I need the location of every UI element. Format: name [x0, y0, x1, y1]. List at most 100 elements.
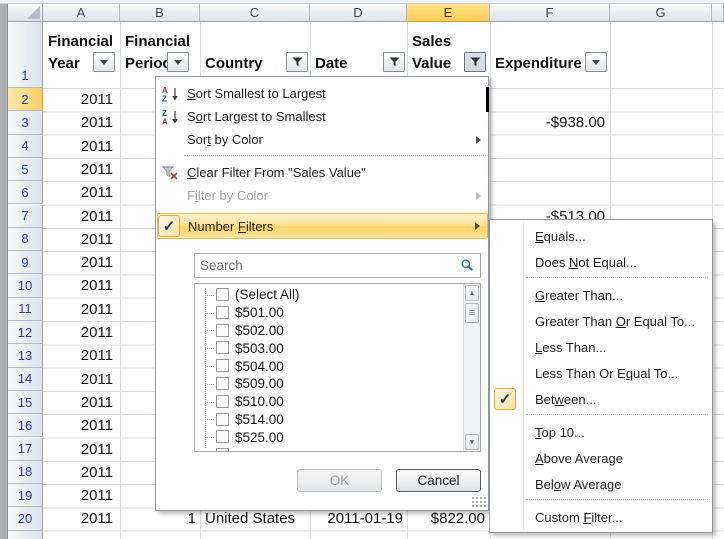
row-header-1[interactable]: 1 [8, 22, 43, 88]
menu-item-sort-largest-to-smallest[interactable]: ZA Sort Largest to Smallest [157, 105, 488, 128]
row-header-16[interactable]: 16 [8, 414, 43, 437]
cell-a18[interactable]: 2011 [46, 461, 113, 484]
row-header-19[interactable]: 19 [8, 484, 43, 507]
row-header-partial[interactable] [8, 531, 43, 539]
cell-a3[interactable]: 2011 [46, 111, 113, 134]
column-header-a[interactable]: A [43, 4, 120, 22]
cell-a7[interactable]: 2011 [46, 205, 113, 228]
row-header-9[interactable]: 9 [8, 251, 43, 274]
filter-dropdown-button-b[interactable] [167, 52, 189, 72]
column-header-g[interactable]: G [610, 4, 712, 22]
cell-a10[interactable]: 2011 [46, 274, 113, 297]
list-item-value[interactable]: $502.00 [195, 322, 460, 340]
list-item-value[interactable]: $503.00 [195, 339, 460, 357]
cell-a15[interactable]: 2011 [46, 391, 113, 414]
value-checkbox[interactable] [216, 413, 229, 426]
row-header-5[interactable]: 5 [8, 158, 43, 181]
row-header-3[interactable]: 3 [8, 111, 43, 134]
submenu-item-equals[interactable]: Equals... [491, 223, 711, 249]
column-header-d[interactable]: D [310, 4, 407, 22]
cell-a8[interactable]: 2011 [46, 228, 113, 251]
row-header-13[interactable]: 13 [8, 344, 43, 367]
submenu-item-top-10[interactable]: Top 10... [491, 419, 711, 445]
column-header-partial[interactable] [712, 4, 724, 22]
value-checkbox[interactable] [216, 359, 229, 372]
row-header-14[interactable]: 14 [8, 368, 43, 391]
value-checkbox[interactable] [216, 395, 229, 408]
row-header-15[interactable]: 15 [8, 391, 43, 414]
ok-button[interactable]: OK [297, 469, 382, 492]
list-item-value[interactable]: $504.00 [195, 357, 460, 375]
column-header-e-selected[interactable]: E [407, 4, 490, 22]
submenu-item-less-than-or-equal[interactable]: Less Than Or Equal To... [491, 360, 711, 386]
select-all-corner[interactable] [8, 4, 43, 22]
row-header-8[interactable]: 8 [8, 228, 43, 251]
list-item-value[interactable]: $501.00 [195, 304, 460, 322]
row-header-4[interactable]: 4 [8, 135, 43, 158]
cell-a13[interactable]: 2011 [46, 344, 113, 367]
search-input[interactable] [194, 253, 481, 278]
filter-funnel-button-c[interactable] [286, 52, 308, 72]
submenu-item-above-average[interactable]: Above Average [491, 445, 711, 471]
search-magnifier-icon[interactable] [460, 258, 474, 275]
row-header-11[interactable]: 11 [8, 298, 43, 321]
list-item-value-partial[interactable] [195, 446, 460, 452]
filter-dropdown-button-a[interactable] [93, 52, 115, 72]
menu-resize-grip[interactable] [471, 496, 486, 508]
cell-a9[interactable]: 2011 [46, 251, 113, 274]
value-checkbox[interactable] [216, 377, 229, 390]
cell-a17[interactable]: 2011 [46, 438, 113, 461]
submenu-item-below-average[interactable]: Below Average [491, 471, 711, 497]
menu-item-number-filters[interactable]: Number Filters [157, 213, 488, 239]
cell-a16[interactable]: 2011 [46, 414, 113, 437]
scroll-up-button[interactable]: ▲ [465, 285, 479, 301]
scrollbar-thumb[interactable] [465, 303, 479, 323]
submenu-item-greater-than-or-equal[interactable]: Greater Than Or Equal To... [491, 308, 711, 334]
cell-a11[interactable]: 2011 [46, 298, 113, 321]
cell-a20[interactable]: 2011 [46, 507, 113, 530]
menu-item-sort-by-color[interactable]: Sort by Color [157, 128, 488, 151]
column-header-c[interactable]: C [200, 4, 310, 22]
cell-f3[interactable]: -$938.00 [494, 111, 605, 134]
column-header-f[interactable]: F [490, 4, 610, 22]
cell-a14[interactable]: 2011 [46, 368, 113, 391]
list-item-value[interactable]: $525.00 [195, 428, 460, 446]
list-item-select-all[interactable]: (Select All) [195, 286, 460, 304]
submenu-item-greater-than[interactable]: Greater Than... [491, 282, 711, 308]
value-checkbox[interactable] [216, 324, 229, 337]
row-header-12[interactable]: 12 [8, 321, 43, 344]
list-item-value[interactable]: $514.00 [195, 411, 460, 429]
filter-funnel-button-d[interactable] [383, 52, 405, 72]
column-header-b[interactable]: B [120, 4, 200, 22]
submenu-item-custom-filter[interactable]: Custom Filter... [491, 504, 711, 530]
submenu-item-between[interactable]: Between... [491, 386, 711, 412]
filter-funnel-button-e-open[interactable] [464, 52, 486, 72]
row-header-6[interactable]: 6 [8, 181, 43, 204]
row-header-17[interactable]: 17 [8, 438, 43, 461]
cancel-button[interactable]: Cancel [396, 469, 481, 492]
menu-item-clear-filter[interactable]: Clear Filter From "Sales Value" [157, 161, 488, 184]
value-checkbox[interactable] [216, 448, 229, 452]
menu-item-filter-by-color[interactable]: Filter by Color [157, 184, 488, 207]
list-item-value[interactable]: $510.00 [195, 393, 460, 411]
value-checkbox[interactable] [216, 430, 229, 443]
filter-dropdown-button-f[interactable] [585, 52, 607, 72]
cell-a5[interactable]: 2011 [46, 158, 113, 181]
list-scrollbar[interactable]: ▲ ▼ [463, 284, 480, 451]
value-checkbox[interactable] [216, 288, 229, 301]
scroll-down-button[interactable]: ▼ [465, 434, 479, 450]
submenu-item-does-not-equal[interactable]: Does Not Equal... [491, 249, 711, 275]
row-header-18[interactable]: 18 [8, 461, 43, 484]
submenu-item-less-than[interactable]: Less Than... [491, 334, 711, 360]
cell-a12[interactable]: 2011 [46, 321, 113, 344]
menu-item-sort-smallest-to-largest[interactable]: AZ Sort Smallest to Largest [157, 82, 488, 105]
cell-a6[interactable]: 2011 [46, 181, 113, 204]
cell-a2[interactable]: 2011 [46, 88, 113, 111]
value-checkbox[interactable] [216, 341, 229, 354]
row-header-7[interactable]: 7 [8, 205, 43, 228]
row-header-2[interactable]: 2 [8, 88, 43, 111]
row-header-10[interactable]: 10 [8, 274, 43, 297]
value-checkbox[interactable] [216, 306, 229, 319]
list-item-value[interactable]: $509.00 [195, 375, 460, 393]
cell-a19[interactable]: 2011 [46, 484, 113, 507]
